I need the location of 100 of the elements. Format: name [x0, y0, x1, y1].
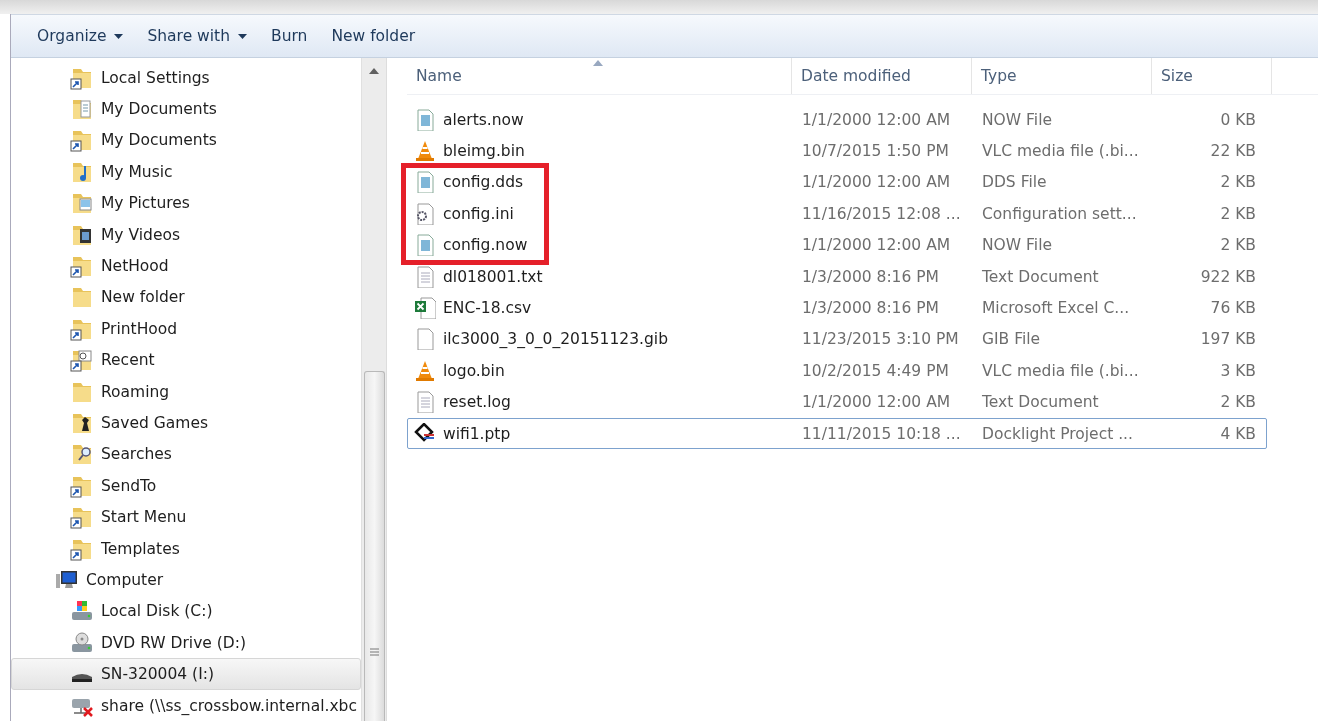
- games-folder-icon: [70, 411, 94, 435]
- type-cell-text: NOW File: [981, 110, 1053, 129]
- date-cell-text: 1/3/2000 8:16 PM: [801, 267, 940, 286]
- file-name-cell[interactable]: wifi1.ptp: [408, 422, 793, 445]
- toolbar-button[interactable]: Share with: [137, 23, 257, 49]
- recent-folder-icon: [70, 348, 94, 373]
- nav-item[interactable]: SN-320004 (I:): [11, 658, 361, 690]
- type-cell-text: Configuration sett...: [981, 204, 1138, 223]
- nav-item[interactable]: Templates: [11, 532, 361, 565]
- date-cell-text: 1/1/2000 12:00 AM: [801, 236, 952, 255]
- search-folder-icon: [70, 442, 94, 467]
- caret-icon: [114, 33, 124, 39]
- nav-item[interactable]: NetHood: [11, 250, 361, 282]
- file-row[interactable]: ilc3000_3_0_0_20151123.gib 11/23/2015 3:10 PM GIB File 197 KB: [407, 323, 1267, 356]
- scrollbar[interactable]: [361, 58, 386, 721]
- file-name-cell[interactable]: dl018001.txt: [408, 265, 793, 288]
- file-row[interactable]: bleimg.bin 10/7/2015 1:50 PM VLC media file (.bi... 22 KB: [407, 135, 1267, 167]
- nav-item[interactable]: DVD RW Drive (D:): [11, 627, 361, 659]
- file-row[interactable]: alerts.now 1/1/2000 12:00 AM NOW File 0 KB: [407, 104, 1267, 136]
- toolbar-button[interactable]: New folder: [321, 23, 426, 49]
- file-name-cell[interactable]: reset.log: [408, 391, 793, 414]
- nav-item[interactable]: share (\\ss_crossbow.internal.xbc: [11, 689, 361, 721]
- text-document-icon: [414, 391, 436, 414]
- nav-item[interactable]: New folder: [11, 281, 361, 314]
- type-cell-text: GIB File: [981, 330, 1042, 349]
- type-cell-text: VLC media file (.bi...: [981, 142, 1140, 161]
- nav-item[interactable]: My Pictures: [11, 187, 361, 219]
- shortcut-folder-icon: [70, 505, 94, 530]
- nav-item[interactable]: My Music: [11, 156, 361, 188]
- date-cell-text: 1/1/2000 12:00 AM: [801, 393, 952, 412]
- focused-row[interactable]: wifi1.ptp 11/11/2015 10:18 ... Docklight Project ... 4 KB: [407, 417, 1267, 450]
- date-cell-text: 11/23/2015 3:10 PM: [801, 330, 960, 349]
- caret-icon: [238, 33, 247, 39]
- nav-item[interactable]: My Videos: [11, 218, 361, 251]
- nav-item[interactable]: Local Settings: [11, 62, 361, 94]
- size-cell-text: 76 KB: [1209, 299, 1256, 318]
- nav-item[interactable]: Searches: [11, 438, 361, 471]
- size-cell-text: 197 KB: [1199, 330, 1256, 349]
- traffic-cone-icon: [414, 140, 436, 163]
- sort-arrow-icon: [593, 60, 603, 66]
- nav-item[interactable]: Local Disk (C:): [11, 595, 361, 628]
- date-cell-text: 11/16/2015 12:08 ...: [801, 204, 962, 223]
- file-row[interactable]: config.now 1/1/2000 12:00 AM NOW File 2 KB: [407, 229, 1267, 261]
- file-name-cell[interactable]: config.now: [408, 234, 793, 257]
- column-header[interactable]: Name: [407, 58, 792, 94]
- settings-document-icon: [414, 202, 436, 225]
- documents-folder-icon: [70, 97, 94, 122]
- file-name-cell[interactable]: config.ini: [408, 202, 793, 225]
- nav-item[interactable]: Recent: [11, 344, 361, 376]
- document-icon: [414, 171, 436, 194]
- nav-item[interactable]: Saved Games: [11, 407, 361, 439]
- grip-icon: [369, 647, 379, 656]
- toolbar-button[interactable]: Organize: [27, 23, 134, 49]
- nav-item[interactable]: Start Menu: [11, 501, 361, 533]
- file-name-cell[interactable]: alerts.now: [408, 108, 793, 131]
- file-row[interactable]: config.dds 1/1/2000 12:00 AM DDS File 2 KB: [407, 166, 1267, 199]
- file-name-cell[interactable]: bleimg.bin: [408, 140, 793, 163]
- scroll-up-icon[interactable]: [369, 68, 379, 74]
- nav-item[interactable]: SendTo: [11, 470, 361, 502]
- date-cell-text: 10/2/2015 4:49 PM: [801, 361, 950, 380]
- shortcut-folder-icon: [70, 254, 94, 279]
- nav-item[interactable]: Computer: [11, 564, 361, 596]
- size-cell-text: 0 KB: [1219, 110, 1256, 129]
- date-cell-text: 1/1/2000 12:00 AM: [801, 173, 952, 192]
- type-cell-text: Microsoft Excel C...: [981, 299, 1131, 318]
- file-name-cell[interactable]: logo.bin: [408, 359, 793, 382]
- file-row[interactable]: ENC-18.csv 1/3/2000 8:16 PM Microsoft Excel C... 76 KB: [407, 292, 1267, 324]
- type-cell-text: Text Document: [981, 393, 1100, 412]
- type-cell-text: Docklight Project ...: [981, 424, 1134, 443]
- size-cell-text: 922 KB: [1199, 267, 1256, 286]
- type-cell-text: DDS File: [981, 173, 1048, 192]
- column-header[interactable]: Size: [1152, 58, 1272, 94]
- traffic-cone-icon: [414, 359, 436, 382]
- pictures-folder-icon: [70, 191, 94, 216]
- column-header[interactable]: Date modified: [792, 58, 972, 94]
- size-cell-text: 3 KB: [1219, 361, 1256, 380]
- size-cell-text: 2 KB: [1219, 173, 1256, 192]
- toolbar-button[interactable]: Burn: [261, 23, 318, 49]
- size-cell-text: 2 KB: [1219, 393, 1256, 412]
- column-header[interactable]: Type: [972, 58, 1152, 94]
- scroll-thumb[interactable]: [363, 371, 385, 721]
- size-cell-text: 22 KB: [1209, 142, 1256, 161]
- nav-item[interactable]: My Documents: [11, 124, 361, 157]
- file-name-cell[interactable]: ilc3000_3_0_0_20151123.gib: [408, 328, 793, 351]
- document-icon: [414, 108, 436, 131]
- file-name-cell[interactable]: ENC-18.csv: [408, 297, 793, 320]
- file-row[interactable]: logo.bin 10/2/2015 4:49 PM VLC media file (.bi... 3 KB: [407, 355, 1267, 387]
- file-row[interactable]: reset.log 1/1/2000 12:00 AM Text Document 2 KB: [407, 386, 1267, 418]
- file-name-cell[interactable]: config.dds: [408, 171, 793, 194]
- size-cell-text: 2 KB: [1219, 236, 1256, 255]
- date-cell-text: 10/7/2015 1:50 PM: [801, 142, 950, 161]
- type-cell-text: NOW File: [981, 236, 1053, 255]
- file-row[interactable]: config.ini 11/16/2015 12:08 ... Configuration sett... 2 KB: [407, 198, 1267, 230]
- nav-item[interactable]: My Documents: [11, 93, 361, 125]
- nav-item[interactable]: PrintHood: [11, 313, 361, 345]
- size-cell-text: 4 KB: [1219, 424, 1256, 443]
- file-row[interactable]: dl018001.txt 1/3/2000 8:16 PM Text Document 922 KB: [407, 260, 1267, 293]
- nav-item[interactable]: Roaming: [11, 375, 361, 408]
- text-document-icon: [414, 265, 436, 288]
- type-cell-text: Text Document: [981, 267, 1100, 286]
